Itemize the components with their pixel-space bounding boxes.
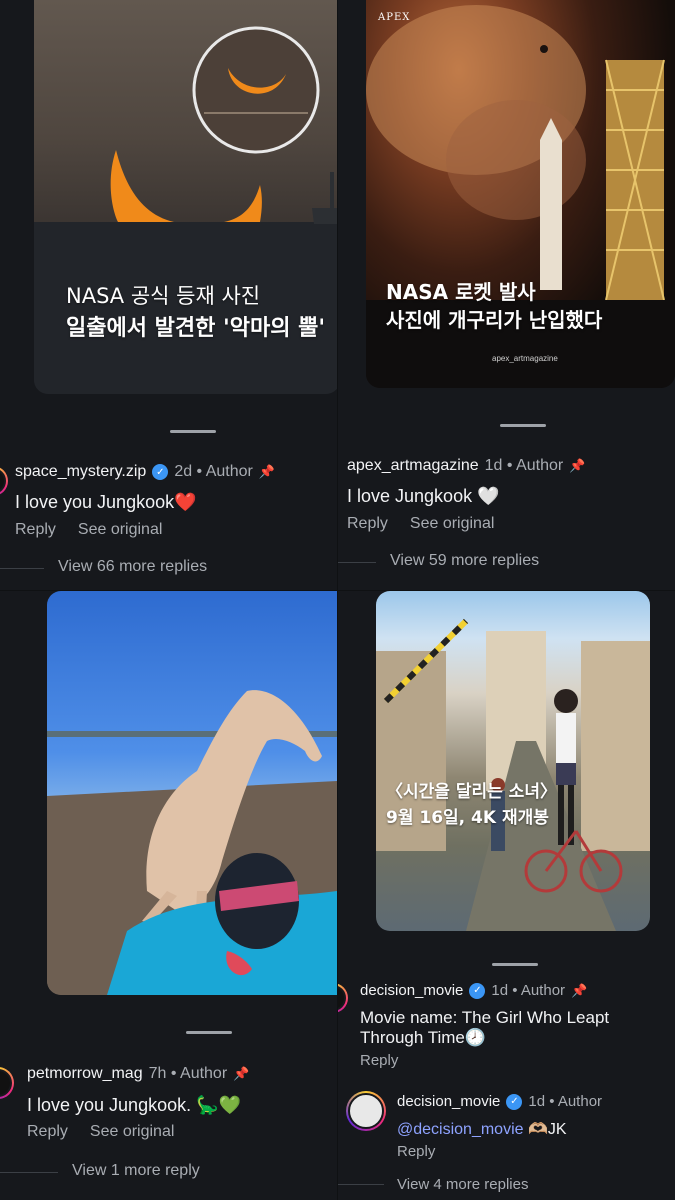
reply-header: decision_movie ✓ 1d • Author — [397, 1093, 602, 1110]
view-more-divider — [338, 1184, 384, 1185]
drag-handle[interactable] — [170, 430, 216, 433]
view-more-divider — [338, 562, 376, 563]
comment-actions: Reply See original — [27, 1123, 174, 1141]
comment-text-line1: Movie name: The Girl Who Leapt — [360, 1008, 610, 1027]
view-more-replies[interactable]: View 66 more replies — [58, 558, 207, 576]
verified-icon: ✓ — [506, 1093, 523, 1110]
image-caption-line1: NASA 로켓 발사 — [386, 280, 536, 304]
comment-handle[interactable]: space_mystery.zip — [15, 463, 146, 481]
image-caption-line2: 일출에서 발견한 '악마의 뿔' — [66, 316, 326, 341]
verified-icon: ✓ — [469, 982, 486, 999]
avatar[interactable] — [0, 466, 8, 496]
eclipse-photo[interactable]: NASA 공식 등재 사진 일출에서 발견한 '악마의 뿔' — [34, 0, 337, 394]
pin-icon: 📌 — [571, 982, 588, 998]
comment-handle[interactable]: petmorrow_mag — [27, 1065, 143, 1083]
comment-meta: 2d • Author — [174, 463, 253, 480]
panel-bottom-right: 〈시간을 달리는 소녀〉 9월 16일, 4K 재개봉 decision_mov… — [338, 591, 675, 1200]
view-more-replies[interactable]: View 1 more reply — [72, 1162, 200, 1180]
image-caption-line2: 9월 16일, 4K 재개봉 — [386, 808, 549, 828]
reply-text: @decision_movie 🫶🏼JK — [397, 1119, 567, 1139]
comment-header: decision_movie ✓ 1d • Author 📌 — [360, 982, 587, 999]
view-more-replies[interactable]: View 4 more replies — [397, 1176, 528, 1193]
view-more-divider — [0, 568, 44, 569]
comment-header: apex_artmagazine 1d • Author 📌 — [347, 457, 585, 475]
mention-link[interactable]: @decision_movie — [397, 1121, 524, 1138]
pin-icon: 📌 — [233, 1066, 250, 1081]
brand-logo: APEX — [378, 12, 411, 23]
pin-icon: 📌 — [258, 464, 276, 479]
panel-top-right: APEX NASA 로켓 발사 사진에 개구리가 난입했다 apex_artma… — [338, 0, 675, 590]
dinosaur-sculpture-photo[interactable] — [47, 591, 337, 995]
pin-icon: 📌 — [569, 458, 586, 473]
comment-text: I love you Jungkook. 🦕💚 — [27, 1095, 241, 1115]
comment-actions: Reply See original — [15, 521, 162, 539]
comment-actions: Reply See original — [347, 515, 494, 533]
image-caption-line1: 〈시간을 달리는 소녀〉 — [386, 782, 557, 802]
reply-button[interactable]: Reply — [15, 521, 56, 539]
panel-bottom-left: petmorrow_mag 7h • Author 📌 I love you J… — [0, 591, 337, 1200]
see-original-button[interactable]: See original — [90, 1123, 175, 1141]
comment-handle[interactable]: decision_movie — [360, 982, 463, 999]
comment-actions: Reply — [360, 1052, 398, 1069]
reply-button[interactable]: Reply — [360, 1052, 398, 1069]
drag-handle[interactable] — [186, 1031, 232, 1034]
comment-meta: 1d • Author — [484, 457, 564, 474]
drag-handle[interactable] — [500, 424, 546, 427]
reply-button[interactable]: Reply — [397, 1143, 435, 1160]
reply-actions: Reply — [397, 1143, 435, 1160]
avatar[interactable] — [0, 1067, 14, 1099]
reply-button[interactable]: Reply — [347, 515, 388, 533]
avatar[interactable] — [338, 983, 348, 1013]
anime-street-graphic — [376, 618, 650, 931]
image-caption-line2: 사진에 개구리가 난입했다 — [386, 308, 603, 332]
see-original-button[interactable]: See original — [78, 521, 163, 539]
view-more-divider — [0, 1172, 58, 1173]
see-original-button[interactable]: See original — [410, 515, 495, 533]
comment-meta: 7h • Author — [148, 1065, 228, 1082]
panel-top-left: NASA 공식 등재 사진 일출에서 발견한 '악마의 뿔' space_mys… — [0, 0, 337, 590]
image-caption-line1: NASA 공식 등재 사진 — [66, 284, 261, 308]
reply-handle[interactable]: decision_movie — [397, 1093, 500, 1110]
movie-poster[interactable]: 〈시간을 달리는 소녀〉 9월 16일, 4K 재개봉 — [376, 591, 650, 931]
view-more-replies[interactable]: View 59 more replies — [390, 552, 539, 570]
comment-text-line2: Through Time🕗 — [360, 1028, 487, 1047]
comment-meta: 1d • Author — [491, 982, 566, 999]
avatar[interactable] — [346, 1091, 386, 1131]
comment-header: space_mystery.zip ✓ 2d • Author 📌 — [15, 463, 275, 481]
reply-button[interactable]: Reply — [27, 1123, 68, 1141]
reply-text-body: 🫶🏼JK — [523, 1121, 567, 1138]
verified-icon: ✓ — [152, 464, 169, 480]
drag-handle[interactable] — [492, 963, 538, 966]
comment-text: I love Jungkook 🤍 — [347, 486, 500, 506]
watermark: apex_artmagazine — [492, 354, 558, 363]
comment-text: I love you Jungkook❤️ — [15, 492, 197, 512]
reply-meta: 1d • Author — [528, 1093, 603, 1110]
comment-handle[interactable]: apex_artmagazine — [347, 457, 479, 475]
rocket-photo[interactable]: APEX NASA 로켓 발사 사진에 개구리가 난입했다 apex_artma… — [366, 0, 675, 388]
comment-header: petmorrow_mag 7h • Author 📌 — [27, 1065, 249, 1083]
dinosaur-graphic — [47, 690, 337, 995]
